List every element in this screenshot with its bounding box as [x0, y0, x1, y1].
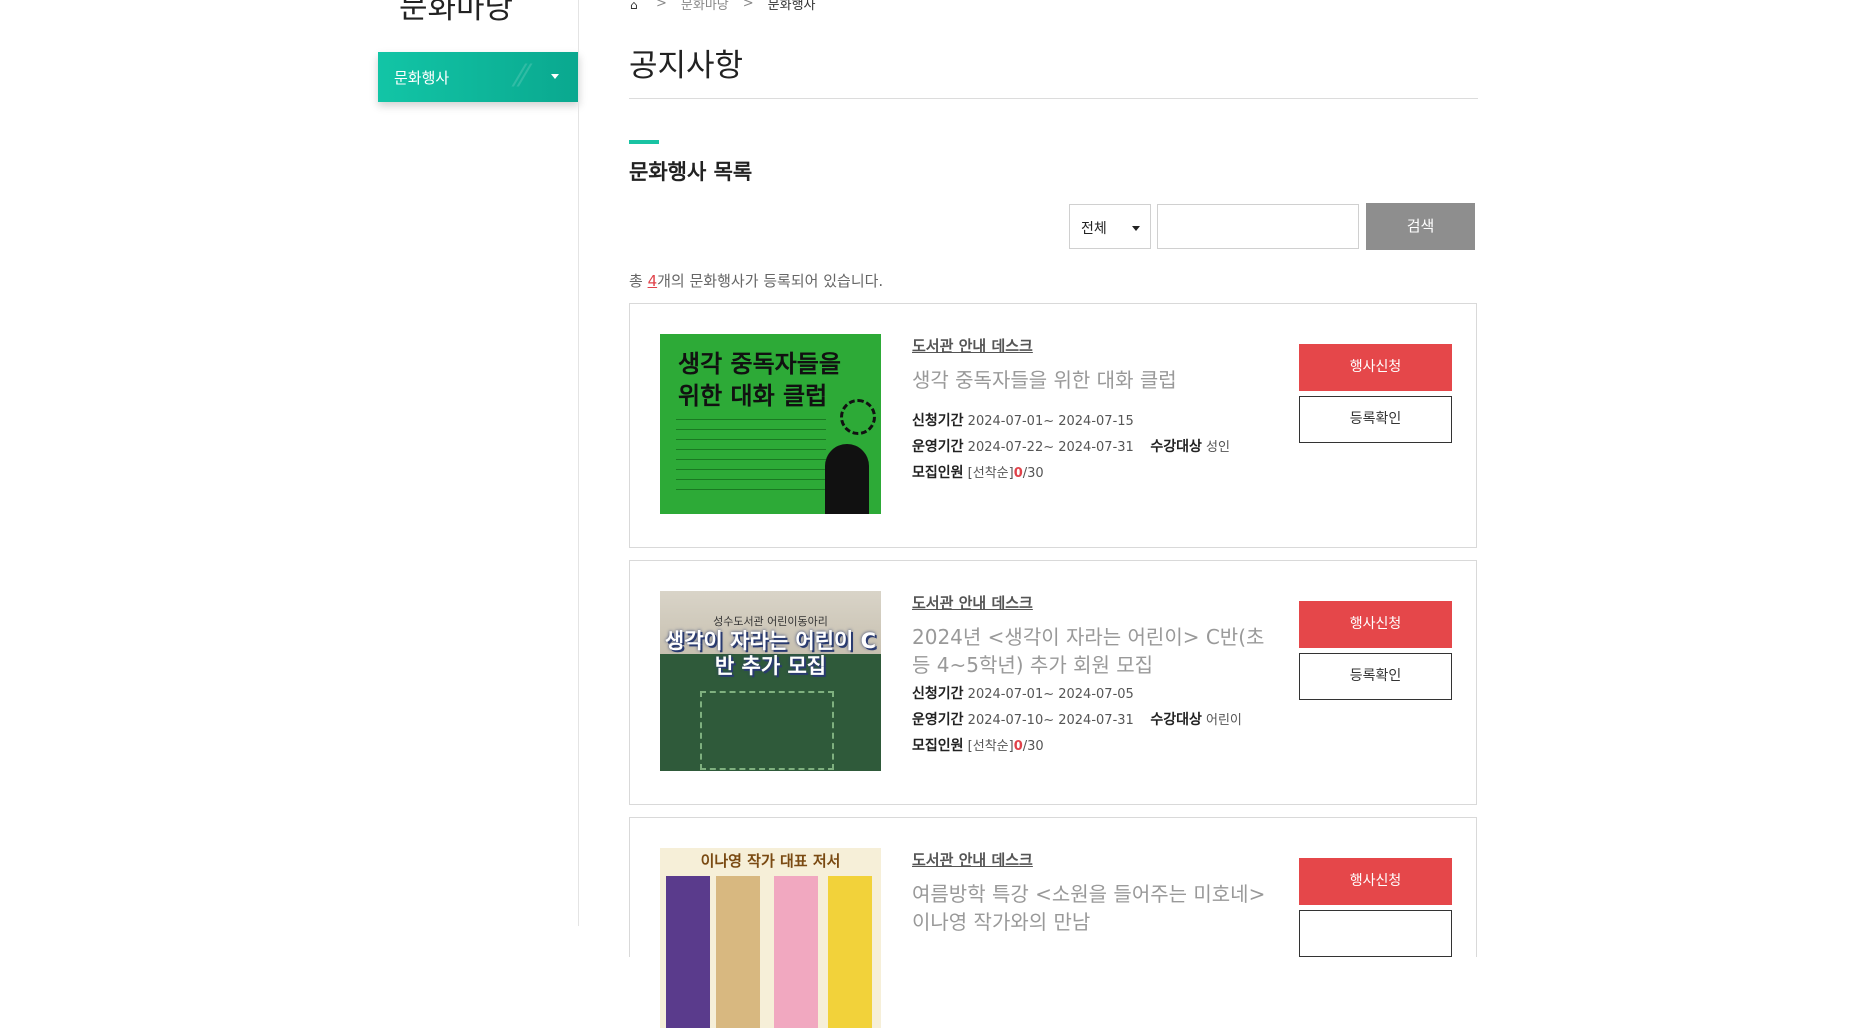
result-count-suffix: 개의 문화행사가 등록되어 있습니다.	[657, 272, 884, 290]
recruit-type: [선착순]	[967, 739, 1014, 754]
page-title: 공지사항	[629, 48, 744, 84]
search-category-value: 전체	[1081, 221, 1107, 237]
apply-period-row: 신청기간 2024-07-01~ 2024-07-15	[912, 410, 1134, 430]
breadcrumb-separator-icon: >	[656, 0, 667, 11]
recruit-current: 0	[1013, 739, 1023, 754]
event-card: 성수도서관 어린이동아리 생각이 자라는 어린이 C반 추가 모집 도서관 안내…	[629, 560, 1477, 805]
event-desk-link[interactable]: 도서관 안내 데스크	[912, 592, 1033, 613]
sidebar-divider	[578, 0, 579, 926]
search-button[interactable]: 검색	[1366, 203, 1475, 250]
breadcrumb: ⌂ > 문화마당 > 문화행사	[630, 0, 816, 13]
chalkboard-illustration	[700, 691, 834, 770]
chevron-down-icon	[1132, 226, 1140, 231]
breadcrumb-item-events[interactable]: 문화행사	[768, 0, 816, 13]
apply-period-value: 2024-07-01~ 2024-07-05	[967, 687, 1134, 702]
recruit-row: 모집인원 [선착순]0/30	[912, 735, 1044, 755]
breadcrumb-item-culture[interactable]: 문화마당	[681, 0, 729, 13]
title-divider	[629, 98, 1478, 99]
home-icon[interactable]: ⌂	[630, 0, 642, 12]
recruit-total: /30	[1022, 739, 1044, 754]
sidebar-menu-cultural-events[interactable]: 문화행사 ⁄⁄	[378, 52, 579, 102]
result-count-number: 4	[647, 272, 658, 290]
event-title[interactable]: 생각 중독자들을 위한 대화 클럽	[912, 366, 1272, 394]
thumbnail-subtext: 성수도서관 어린이동아리	[713, 615, 828, 628]
thumbnail-text: 생각이 자라는 어린이 C반 추가 모집	[664, 629, 877, 678]
search-input[interactable]	[1157, 204, 1359, 249]
target-label: 수강대상	[1150, 712, 1202, 728]
run-period-row: 운영기간 2024-07-10~ 2024-07-31 수강대상 어린이	[912, 709, 1242, 729]
target-value: 성인	[1206, 440, 1230, 455]
run-period-label: 운영기간	[912, 712, 964, 728]
event-card: 생각 중독자들을 위한 대화 클럽 도서관 안내 데스크 생각 중독자들을 위한…	[629, 303, 1477, 548]
book-cover-illustration	[716, 876, 760, 1028]
event-thumbnail[interactable]: 성수도서관 어린이동아리 생각이 자라는 어린이 C반 추가 모집	[660, 591, 881, 771]
thumbnail-text: 이나영 작가 대표 저서	[700, 852, 841, 870]
event-desk-link[interactable]: 도서관 안내 데스크	[912, 849, 1033, 870]
apply-period-label: 신청기간	[912, 413, 964, 429]
apply-event-button[interactable]: 행사신청	[1299, 858, 1452, 905]
apply-period-row: 신청기간 2024-07-01~ 2024-07-05	[912, 683, 1134, 703]
check-registration-button[interactable]	[1299, 910, 1452, 957]
check-registration-button[interactable]: 등록확인	[1299, 653, 1452, 700]
target-value: 어린이	[1206, 713, 1242, 728]
thumbnail-text: 생각 중독자들을 위한 대화 클럽	[678, 350, 841, 410]
run-period-value: 2024-07-10~ 2024-07-31	[967, 713, 1134, 728]
book-cover-illustration	[774, 876, 818, 1028]
recruit-current: 0	[1013, 466, 1023, 481]
thumbnail-lines	[676, 410, 826, 490]
run-period-value: 2024-07-22~ 2024-07-31	[967, 440, 1134, 455]
person-illustration	[825, 444, 869, 514]
check-registration-button[interactable]: 등록확인	[1299, 396, 1452, 443]
book-cover-illustration	[666, 876, 710, 1028]
section-title: 문화행사 목록	[629, 160, 753, 184]
recruit-label: 모집인원	[912, 465, 964, 481]
apply-period-label: 신청기간	[912, 686, 964, 702]
speech-bubble-icon	[840, 399, 876, 435]
event-card: 이나영 작가 대표 저서 도서관 안내 데스크 여름방학 특강 <소원을 들어주…	[629, 817, 1477, 1028]
result-count-prefix: 총	[629, 272, 648, 290]
apply-event-button[interactable]: 행사신청	[1299, 344, 1452, 391]
apply-event-button[interactable]: 행사신청	[1299, 601, 1452, 648]
run-period-label: 운영기간	[912, 439, 964, 455]
target-label: 수강대상	[1150, 439, 1202, 455]
result-count: 총 4개의 문화행사가 등록되어 있습니다.	[629, 270, 883, 291]
sidebar-menu-label: 문화행사	[394, 69, 450, 87]
book-cover-illustration	[828, 876, 872, 1028]
event-desk-link[interactable]: 도서관 안내 데스크	[912, 335, 1033, 356]
event-thumbnail[interactable]: 이나영 작가 대표 저서	[660, 848, 881, 1028]
section-accent-bar	[629, 140, 659, 144]
breadcrumb-separator-icon: >	[742, 0, 754, 11]
event-thumbnail[interactable]: 생각 중독자들을 위한 대화 클럽	[660, 334, 881, 514]
recruit-type: [선착순]	[967, 466, 1014, 481]
recruit-row: 모집인원 [선착순]0/30	[912, 462, 1044, 482]
event-title[interactable]: 2024년 <생각이 자라는 어린이> C반(초등 4~5학년) 추가 회원 모…	[912, 623, 1272, 679]
search-category-select[interactable]: 전체	[1069, 204, 1151, 249]
run-period-row: 운영기간 2024-07-22~ 2024-07-31 수강대상 성인	[912, 436, 1230, 456]
recruit-label: 모집인원	[912, 738, 964, 754]
sidebar-title: 문화마당	[399, 0, 514, 26]
event-title[interactable]: 여름방학 특강 <소원을 들어주는 미호네> 이나영 작가와의 만남	[912, 880, 1272, 936]
leaf-decoration-icon: ⁄⁄	[517, 59, 528, 94]
chevron-down-icon[interactable]	[551, 74, 559, 79]
apply-period-value: 2024-07-01~ 2024-07-15	[967, 414, 1134, 429]
recruit-total: /30	[1022, 466, 1044, 481]
